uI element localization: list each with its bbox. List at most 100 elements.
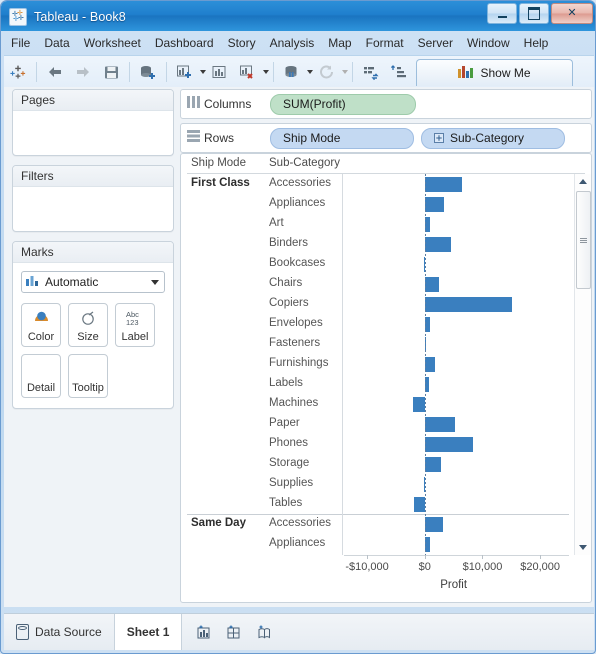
chart-row[interactable]: Storage: [181, 454, 575, 474]
swap-rows-columns-icon[interactable]: [358, 59, 384, 85]
filters-drop-area[interactable]: [13, 187, 173, 231]
new-data-source-icon[interactable]: [135, 59, 161, 85]
menu-window[interactable]: Window: [460, 34, 517, 52]
chart-row[interactable]: Phones: [181, 434, 575, 454]
maximize-button[interactable]: [519, 3, 549, 24]
save-icon[interactable]: [98, 59, 124, 85]
bar-mark[interactable]: [424, 517, 444, 532]
chart-row[interactable]: Paper: [181, 414, 575, 434]
bar-mark[interactable]: [424, 177, 462, 192]
new-worksheet-dropdown-icon[interactable]: [200, 70, 206, 74]
chart-row[interactable]: Appliances: [181, 194, 575, 214]
pause-dropdown-icon[interactable]: [307, 70, 313, 74]
close-button[interactable]: ✕: [551, 3, 593, 24]
chevron-down-icon[interactable]: [151, 279, 159, 285]
bar-cell: [344, 334, 575, 354]
menu-file[interactable]: File: [4, 34, 37, 52]
marks-label-button[interactable]: Abc 123 Label: [115, 303, 155, 347]
rows-shelf-label: Rows: [204, 131, 235, 145]
pause-auto-update-icon[interactable]: [279, 59, 305, 85]
new-story-icon[interactable]: [256, 624, 273, 641]
columns-shelf[interactable]: Columns SUM(Profit): [180, 89, 592, 119]
chart-row[interactable]: First Class Accessories: [181, 174, 575, 194]
chart-row[interactable]: Bookcases: [181, 254, 575, 274]
duplicate-sheet-icon[interactable]: [207, 59, 233, 85]
undo-icon[interactable]: [42, 59, 68, 85]
menu-format[interactable]: Format: [359, 34, 411, 52]
pill-sub-category[interactable]: Sub-Category: [421, 127, 565, 149]
viz-vertical-scrollbar[interactable]: [574, 174, 591, 555]
new-worksheet-icon[interactable]: [196, 624, 213, 641]
menu-story[interactable]: Story: [221, 34, 263, 52]
menu-analysis[interactable]: Analysis: [263, 34, 322, 52]
chart-row[interactable]: Fasteners: [181, 334, 575, 354]
chart-row[interactable]: Machines: [181, 394, 575, 414]
clear-sheet-dropdown-icon[interactable]: [263, 70, 269, 74]
new-dashboard-icon[interactable]: [226, 624, 243, 641]
sub-category-label: Accessories: [269, 177, 331, 189]
chart-row[interactable]: Art: [181, 214, 575, 234]
ship-mode-label: First Class: [191, 177, 250, 189]
tableau-home-icon[interactable]: [5, 59, 31, 85]
bar-mark[interactable]: [414, 497, 425, 512]
rows-shelf[interactable]: Rows Ship Mode Sub-Category: [180, 123, 592, 153]
bar-mark[interactable]: [413, 397, 425, 412]
axis-tick: [424, 555, 426, 559]
sub-category-label: Binders: [269, 237, 308, 249]
chart-row[interactable]: Same Day Accessories: [181, 514, 575, 534]
marks-color-button[interactable]: Color: [21, 303, 61, 347]
new-worksheet-icon[interactable]: [172, 59, 198, 85]
header-sub-category: Sub-Category: [269, 157, 340, 169]
chart-row[interactable]: Appliances: [181, 534, 575, 554]
x-axis-title: Profit: [440, 579, 468, 591]
chart-row[interactable]: Chairs: [181, 274, 575, 294]
sort-ascending-icon[interactable]: [386, 59, 412, 85]
pill-sum-profit[interactable]: SUM(Profit): [270, 93, 416, 115]
expand-plus-icon[interactable]: [434, 133, 444, 143]
pages-drop-area[interactable]: [13, 111, 173, 155]
menu-data[interactable]: Data: [37, 34, 76, 52]
chart-row[interactable]: Binders: [181, 234, 575, 254]
bar-mark-icon: [26, 275, 39, 289]
viz-canvas: Ship Mode Sub-Category First Class Access…: [180, 153, 592, 603]
redo-icon[interactable]: [70, 59, 96, 85]
chart-row[interactable]: Copiers: [181, 294, 575, 314]
menu-dashboard[interactable]: Dashboard: [148, 34, 221, 52]
status-bar: Data Source Sheet 1: [4, 613, 594, 650]
chart-row[interactable]: Envelopes: [181, 314, 575, 334]
show-me-bars-icon: [458, 65, 474, 81]
bar-mark[interactable]: [424, 417, 455, 432]
pane-divider: [342, 334, 343, 354]
scroll-up-icon[interactable]: [575, 174, 591, 189]
minimize-button[interactable]: [487, 3, 517, 24]
sub-category-label: Machines: [269, 397, 319, 409]
bar-mark[interactable]: [424, 197, 445, 212]
bar-mark[interactable]: [424, 457, 442, 472]
chart-row[interactable]: Labels: [181, 374, 575, 394]
bar-mark[interactable]: [424, 437, 474, 452]
sub-category-label: Chairs: [269, 277, 303, 289]
clear-sheet-icon[interactable]: [235, 59, 261, 85]
chart-row[interactable]: Tables: [181, 494, 575, 514]
marks-detail-button[interactable]: Detail: [21, 354, 61, 398]
bar-mark[interactable]: [424, 297, 513, 312]
menu-worksheet[interactable]: Worksheet: [77, 34, 148, 52]
show-me-button[interactable]: Show Me: [416, 59, 573, 86]
scrollbar-thumb[interactable]: [576, 191, 591, 289]
bar-cell: [344, 194, 575, 214]
chart-row[interactable]: Furnishings: [181, 354, 575, 374]
menu-help[interactable]: Help: [517, 34, 556, 52]
menu-map[interactable]: Map: [321, 34, 358, 52]
marks-tooltip-button[interactable]: Tooltip: [68, 354, 108, 398]
chart-row[interactable]: Supplies: [181, 474, 575, 494]
mark-type-select[interactable]: Automatic: [21, 271, 165, 293]
bar-mark[interactable]: [424, 237, 451, 252]
data-source-tab[interactable]: Data Source: [4, 614, 115, 650]
bar-mark[interactable]: [424, 277, 440, 292]
menu-server[interactable]: Server: [411, 34, 460, 52]
marks-size-button[interactable]: Size: [68, 303, 108, 347]
sheet-tab-sheet-1[interactable]: Sheet 1: [114, 614, 183, 650]
pill-ship-mode[interactable]: Ship Mode: [270, 127, 414, 149]
bar-mark[interactable]: [424, 357, 436, 372]
scroll-down-icon[interactable]: [575, 540, 591, 555]
